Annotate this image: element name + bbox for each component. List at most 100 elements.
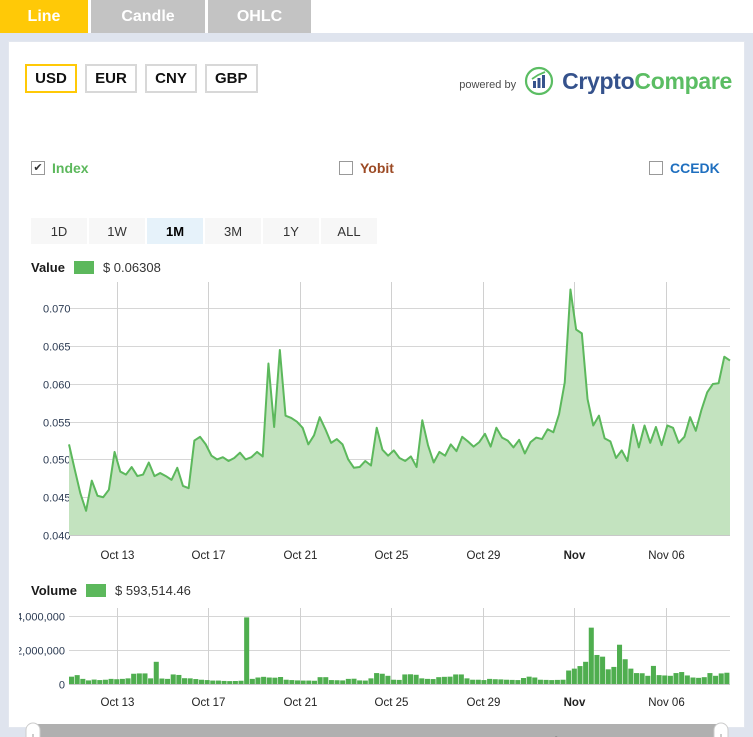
range-button-1w[interactable]: 1W — [89, 218, 145, 244]
currency-button-usd[interactable]: USD — [25, 64, 77, 93]
range-label-1y: 1Y — [283, 223, 299, 239]
volume-chart[interactable]: 0 2,000,000 4,000,000 Oct 13 Oct 17 Oct 21 Oct… — [19, 602, 735, 712]
volume-ytick-label: 4,000,000 — [19, 612, 65, 624]
volume-bar — [142, 673, 148, 684]
volume-bar — [396, 679, 402, 684]
volume-bar — [413, 674, 419, 684]
volume-bar — [391, 679, 397, 684]
volume-bar — [673, 673, 679, 684]
range-label-all: ALL — [337, 223, 361, 239]
tab-line[interactable]: Line — [0, 0, 88, 34]
widget-frame: USD EUR CNY GBP powered by CryptoCompare… — [0, 33, 753, 737]
widget-panel: USD EUR CNY GBP powered by CryptoCompare… — [8, 41, 745, 737]
exchange-checkbox-yobit[interactable]: Yobit — [339, 160, 394, 176]
volume-bar — [487, 678, 493, 684]
volume-bar — [628, 668, 634, 684]
volume-bar — [679, 672, 685, 684]
volume-bar — [583, 661, 589, 684]
tab-candle[interactable]: Candle — [91, 0, 205, 34]
volume-bar — [170, 674, 176, 684]
range-label-1d: 1D — [50, 223, 68, 239]
navigator-handle-left[interactable] — [25, 722, 41, 737]
volume-bar — [261, 676, 267, 684]
volume-bar — [374, 673, 380, 684]
volume-bar — [458, 674, 464, 684]
volume-bar — [419, 678, 425, 684]
volume-bar — [600, 656, 606, 684]
volume-bar — [588, 627, 594, 684]
price-xtick-label: Oct 17 — [192, 550, 226, 562]
range-button-1d[interactable]: 1D — [31, 218, 87, 244]
navigator-scrollbar[interactable]: Oct 13Oct 17Oct 21Oct 25Oct 29NovNov 06 — [19, 720, 735, 737]
brand-word-compare: Compare — [634, 67, 732, 94]
price-ytick-label: 0.050 — [43, 455, 71, 467]
range-button-1m[interactable]: 1M — [147, 218, 203, 244]
currency-button-eur[interactable]: EUR — [85, 64, 137, 93]
currency-button-cny[interactable]: CNY — [145, 64, 197, 93]
brand-word-crypto: Crypto — [562, 67, 635, 94]
price-chart[interactable]: 0.040 0.045 0.050 0.055 0.060 0.065 0.070 Oct 1… — [19, 280, 735, 570]
volume-bar — [684, 675, 690, 684]
volume-bar — [108, 678, 114, 684]
volume-bar — [85, 680, 91, 684]
volume-bar — [187, 678, 193, 684]
currency-label-usd: USD — [35, 70, 67, 87]
exchange-checkbox-ccedk[interactable]: CCEDK — [649, 160, 720, 176]
chart-type-tabbar: Line Candle OHLC — [0, 0, 753, 34]
price-ytick-label: 0.040 — [43, 531, 71, 543]
volume-bar — [368, 678, 374, 684]
crypto-chart-widget: Line Candle OHLC USD EUR CNY GBP powered… — [0, 0, 753, 737]
volume-bar — [537, 679, 543, 684]
volume-bar — [289, 680, 295, 684]
volume-bar — [622, 659, 628, 684]
volume-bar — [148, 678, 154, 684]
volume-bar — [617, 644, 623, 684]
volume-bar — [153, 661, 159, 684]
exchange-label-index: Index — [52, 160, 89, 176]
volume-xtick-label: Oct 17 — [192, 697, 226, 709]
range-button-all[interactable]: ALL — [321, 218, 377, 244]
range-button-1y[interactable]: 1Y — [263, 218, 319, 244]
checkbox-yobit[interactable] — [339, 161, 353, 175]
range-button-3m[interactable]: 3M — [205, 218, 261, 244]
checkbox-ccedk[interactable] — [649, 161, 663, 175]
volume-legend: Volume $ 593,514.46 — [31, 583, 191, 598]
volume-bar — [272, 677, 278, 684]
volume-bar — [441, 676, 447, 684]
price-xtick-label: Oct 29 — [467, 550, 501, 562]
volume-bar — [515, 680, 521, 684]
value-legend: Value $ 0.06308 — [31, 260, 161, 275]
tab-ohlc-label: OHLC — [236, 8, 283, 25]
volume-xtick-label: Nov 06 — [648, 697, 684, 709]
currency-label-gbp: GBP — [215, 70, 248, 87]
volume-bar — [323, 677, 329, 684]
exchange-checkbox-index[interactable]: ✔ Index — [31, 160, 89, 176]
navigator-svg: Oct 13Oct 17Oct 21Oct 25Oct 29NovNov 06 — [25, 722, 729, 737]
exchange-label-yobit: Yobit — [360, 160, 394, 176]
volume-bar — [204, 680, 210, 684]
volume-bar — [311, 680, 317, 684]
volume-bar — [633, 673, 640, 684]
tab-ohlc[interactable]: OHLC — [208, 0, 311, 34]
volume-bar — [97, 680, 103, 684]
volume-bar — [639, 673, 645, 684]
volume-bar — [193, 679, 199, 684]
volume-bar — [334, 680, 340, 684]
volume-bar — [80, 678, 86, 684]
volume-bar — [328, 680, 334, 684]
navigator-handle-right[interactable] — [713, 722, 729, 737]
volume-bar — [707, 673, 713, 684]
brand-wordmark: CryptoCompare — [562, 68, 732, 95]
check-icon: ✔ — [33, 161, 43, 174]
currency-label-cny: CNY — [155, 70, 187, 87]
price-ytick-label: 0.055 — [43, 418, 71, 430]
volume-bar — [662, 675, 668, 684]
volume-bar — [701, 677, 707, 684]
volume-xtick-label: Nov — [564, 697, 586, 709]
checkbox-index[interactable]: ✔ — [31, 161, 45, 175]
value-legend-swatch — [73, 261, 94, 274]
currency-button-gbp[interactable]: GBP — [205, 64, 258, 93]
volume-bar — [549, 680, 555, 684]
powered-by-cryptocompare[interactable]: powered by CryptoCompare — [459, 66, 732, 96]
price-xtick-label: Nov — [564, 550, 586, 562]
